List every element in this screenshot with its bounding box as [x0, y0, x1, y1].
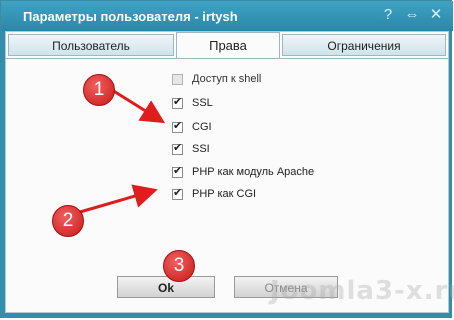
step-badge-3: 3	[163, 250, 195, 282]
step-badge-1: 1	[83, 74, 115, 106]
arrow-to-cgi	[111, 88, 166, 124]
arrow-to-php-cgi	[79, 184, 158, 214]
annotation-arrows	[79, 88, 166, 214]
step-badge-2: 2	[52, 205, 84, 237]
